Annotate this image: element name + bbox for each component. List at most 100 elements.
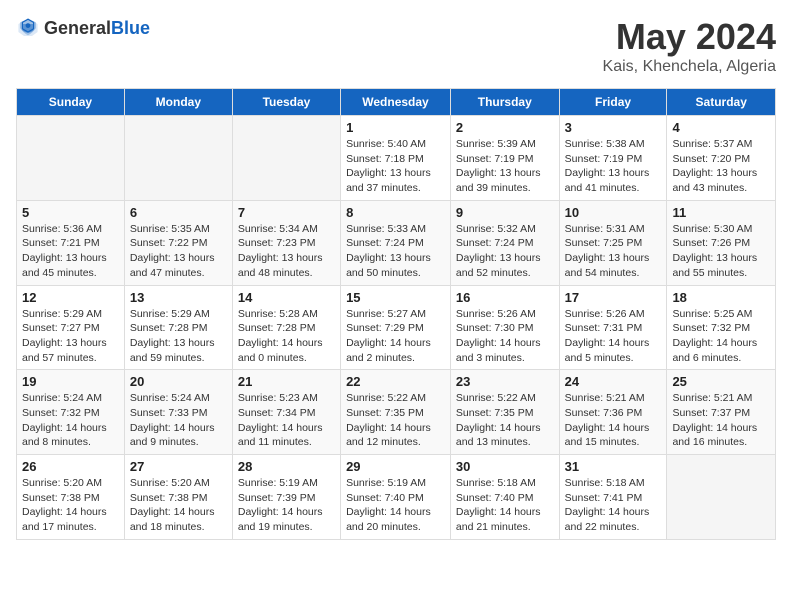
calendar-cell: 6Sunrise: 5:35 AMSunset: 7:22 PMDaylight… xyxy=(124,200,232,285)
day-info: Sunrise: 5:26 AMSunset: 7:31 PMDaylight:… xyxy=(565,307,662,366)
day-info: Sunrise: 5:21 AMSunset: 7:37 PMDaylight:… xyxy=(672,391,770,450)
day-info: Sunrise: 5:31 AMSunset: 7:25 PMDaylight:… xyxy=(565,222,662,281)
title-area: May 2024 Kais, Khenchela, Algeria xyxy=(603,16,776,76)
calendar-cell: 28 Sunrise: 5:19 AMSunset: 7:39 PMDayligh… xyxy=(232,455,340,540)
day-number: 1 xyxy=(346,120,445,135)
calendar-cell xyxy=(124,116,232,201)
calendar-cell: 10 Sunrise: 5:31 AMSunset: 7:25 PMDayligh… xyxy=(559,200,667,285)
day-number: 2 xyxy=(456,120,554,135)
calendar-cell: 3 Sunrise: 5:38 AMSunset: 7:19 PMDaylight… xyxy=(559,116,667,201)
day-info: Sunrise: 5:27 AMSunset: 7:29 PMDaylight:… xyxy=(346,307,445,366)
calendar-table: SundayMondayTuesdayWednesdayThursdayFrid… xyxy=(16,88,776,540)
day-info: Sunrise: 5:22 AMSunset: 7:35 PMDaylight:… xyxy=(456,391,554,450)
calendar-cell: 19Sunrise: 5:24 AMSunset: 7:32 PMDayligh… xyxy=(17,370,125,455)
day-number: 5 xyxy=(22,205,119,220)
calendar-cell: 30Sunrise: 5:18 AMSunset: 7:40 PMDayligh… xyxy=(450,455,559,540)
day-number: 19 xyxy=(22,374,119,389)
calendar-cell: 16 Sunrise: 5:26 AMSunset: 7:30 PMDayligh… xyxy=(450,285,559,370)
logo: GeneralBlue xyxy=(16,16,150,40)
calendar-cell: 29 Sunrise: 5:19 AMSunset: 7:40 PMDayligh… xyxy=(341,455,451,540)
day-number: 28 xyxy=(238,459,335,474)
day-number: 10 xyxy=(565,205,662,220)
day-info: Sunrise: 5:19 AMSunset: 7:40 PMDaylight:… xyxy=(346,476,445,535)
day-number: 22 xyxy=(346,374,445,389)
day-number: 3 xyxy=(565,120,662,135)
weekday-header: Sunday xyxy=(17,89,125,116)
calendar-cell: 18Sunrise: 5:25 AMSunset: 7:32 PMDayligh… xyxy=(667,285,776,370)
calendar-cell: 23 Sunrise: 5:22 AMSunset: 7:35 PMDayligh… xyxy=(450,370,559,455)
calendar-cell: 2Sunrise: 5:39 AMSunset: 7:19 PMDaylight… xyxy=(450,116,559,201)
day-number: 24 xyxy=(565,374,662,389)
calendar-cell: 13 Sunrise: 5:29 AMSunset: 7:28 PMDayligh… xyxy=(124,285,232,370)
calendar-cell: 26 Sunrise: 5:20 AMSunset: 7:38 PMDayligh… xyxy=(17,455,125,540)
day-info: Sunrise: 5:22 AMSunset: 7:35 PMDaylight:… xyxy=(346,391,445,450)
logo-general: General xyxy=(44,18,111,38)
calendar-cell: 12Sunrise: 5:29 AMSunset: 7:27 PMDayligh… xyxy=(17,285,125,370)
calendar-cell: 21 Sunrise: 5:23 AMSunset: 7:34 PMDayligh… xyxy=(232,370,340,455)
day-number: 16 xyxy=(456,290,554,305)
day-number: 13 xyxy=(130,290,227,305)
day-info: Sunrise: 5:30 AMSunset: 7:26 PMDaylight:… xyxy=(672,222,770,281)
day-info: Sunrise: 5:19 AMSunset: 7:39 PMDaylight:… xyxy=(238,476,335,535)
day-number: 23 xyxy=(456,374,554,389)
day-info: Sunrise: 5:40 AMSunset: 7:18 PMDaylight:… xyxy=(346,137,445,196)
day-number: 8 xyxy=(346,205,445,220)
day-number: 21 xyxy=(238,374,335,389)
day-info: Sunrise: 5:32 AMSunset: 7:24 PMDaylight:… xyxy=(456,222,554,281)
day-number: 4 xyxy=(672,120,770,135)
calendar-cell: 15 Sunrise: 5:27 AMSunset: 7:29 PMDayligh… xyxy=(341,285,451,370)
page-subtitle: Kais, Khenchela, Algeria xyxy=(603,58,776,76)
weekday-header: Tuesday xyxy=(232,89,340,116)
day-info: Sunrise: 5:34 AMSunset: 7:23 PMDaylight:… xyxy=(238,222,335,281)
day-info: Sunrise: 5:20 AMSunset: 7:38 PMDaylight:… xyxy=(130,476,227,535)
day-number: 12 xyxy=(22,290,119,305)
weekday-header: Friday xyxy=(559,89,667,116)
day-number: 29 xyxy=(346,459,445,474)
calendar-cell: 5Sunrise: 5:36 AMSunset: 7:21 PMDaylight… xyxy=(17,200,125,285)
calendar-cell xyxy=(17,116,125,201)
calendar-cell: 4Sunrise: 5:37 AMSunset: 7:20 PMDaylight… xyxy=(667,116,776,201)
day-number: 17 xyxy=(565,290,662,305)
day-number: 31 xyxy=(565,459,662,474)
day-info: Sunrise: 5:29 AMSunset: 7:28 PMDaylight:… xyxy=(130,307,227,366)
day-info: Sunrise: 5:18 AMSunset: 7:40 PMDaylight:… xyxy=(456,476,554,535)
day-number: 7 xyxy=(238,205,335,220)
calendar-cell: 27Sunrise: 5:20 AMSunset: 7:38 PMDayligh… xyxy=(124,455,232,540)
calendar-week-row: 1 Sunrise: 5:40 AMSunset: 7:18 PMDaylight… xyxy=(17,116,776,201)
day-number: 9 xyxy=(456,205,554,220)
calendar-cell: 20 Sunrise: 5:24 AMSunset: 7:33 PMDayligh… xyxy=(124,370,232,455)
calendar-week-row: 5Sunrise: 5:36 AMSunset: 7:21 PMDaylight… xyxy=(17,200,776,285)
weekday-header: Saturday xyxy=(667,89,776,116)
day-info: Sunrise: 5:33 AMSunset: 7:24 PMDaylight:… xyxy=(346,222,445,281)
day-info: Sunrise: 5:26 AMSunset: 7:30 PMDaylight:… xyxy=(456,307,554,366)
day-number: 18 xyxy=(672,290,770,305)
day-info: Sunrise: 5:20 AMSunset: 7:38 PMDaylight:… xyxy=(22,476,119,535)
calendar-week-row: 26 Sunrise: 5:20 AMSunset: 7:38 PMDayligh… xyxy=(17,455,776,540)
logo-icon xyxy=(16,16,40,40)
calendar-week-row: 12Sunrise: 5:29 AMSunset: 7:27 PMDayligh… xyxy=(17,285,776,370)
day-number: 20 xyxy=(130,374,227,389)
calendar-cell xyxy=(667,455,776,540)
calendar-cell: 7 Sunrise: 5:34 AMSunset: 7:23 PMDaylight… xyxy=(232,200,340,285)
logo-blue: Blue xyxy=(111,18,150,38)
calendar-cell: 24 Sunrise: 5:21 AMSunset: 7:36 PMDayligh… xyxy=(559,370,667,455)
day-number: 25 xyxy=(672,374,770,389)
calendar-cell: 14Sunrise: 5:28 AMSunset: 7:28 PMDayligh… xyxy=(232,285,340,370)
day-number: 15 xyxy=(346,290,445,305)
calendar-cell xyxy=(232,116,340,201)
day-info: Sunrise: 5:28 AMSunset: 7:28 PMDaylight:… xyxy=(238,307,335,366)
day-number: 11 xyxy=(672,205,770,220)
calendar-cell: 11 Sunrise: 5:30 AMSunset: 7:26 PMDayligh… xyxy=(667,200,776,285)
day-info: Sunrise: 5:38 AMSunset: 7:19 PMDaylight:… xyxy=(565,137,662,196)
weekday-header: Thursday xyxy=(450,89,559,116)
day-info: Sunrise: 5:21 AMSunset: 7:36 PMDaylight:… xyxy=(565,391,662,450)
day-info: Sunrise: 5:18 AMSunset: 7:41 PMDaylight:… xyxy=(565,476,662,535)
day-number: 26 xyxy=(22,459,119,474)
day-info: Sunrise: 5:23 AMSunset: 7:34 PMDaylight:… xyxy=(238,391,335,450)
calendar-cell: 25 Sunrise: 5:21 AMSunset: 7:37 PMDayligh… xyxy=(667,370,776,455)
logo-text: GeneralBlue xyxy=(44,18,150,39)
day-info: Sunrise: 5:24 AMSunset: 7:33 PMDaylight:… xyxy=(130,391,227,450)
calendar-cell: 8 Sunrise: 5:33 AMSunset: 7:24 PMDaylight… xyxy=(341,200,451,285)
calendar-cell: 9 Sunrise: 5:32 AMSunset: 7:24 PMDaylight… xyxy=(450,200,559,285)
calendar-cell: 1 Sunrise: 5:40 AMSunset: 7:18 PMDaylight… xyxy=(341,116,451,201)
